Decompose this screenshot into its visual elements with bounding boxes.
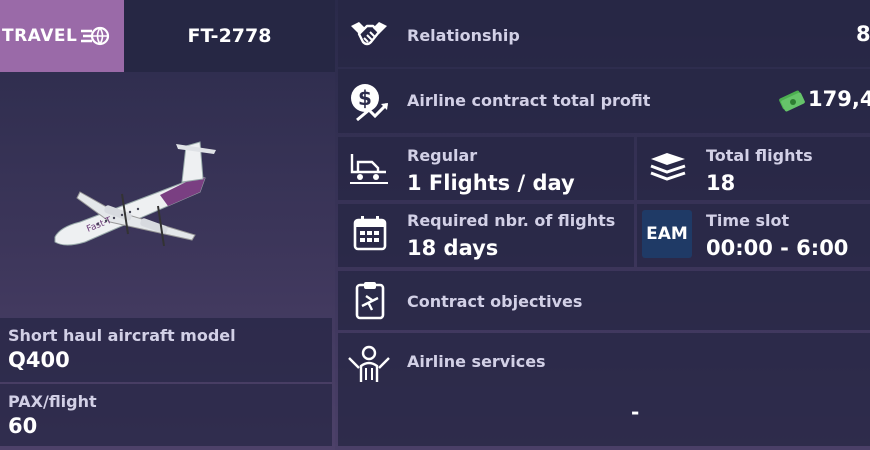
aircraft-image: Fast-T <box>0 72 335 317</box>
time-slot-badge: EAM <box>642 210 692 258</box>
cash-icon <box>779 90 805 112</box>
plane-truck-icon <box>350 154 388 184</box>
globe-wings-icon <box>81 26 110 46</box>
svg-text:$: $ <box>358 86 372 110</box>
clipboard-plane-icon <box>355 282 385 320</box>
required-flights-label: Required nbr. of flights <box>407 211 616 230</box>
dollar-chart-icon: $ <box>351 84 389 122</box>
regular-label: Regular <box>407 146 478 165</box>
calendar-icon <box>353 216 387 251</box>
pax-cell: PAX/flight 60 <box>0 384 332 446</box>
relationship-label: Relationship <box>407 26 520 45</box>
pax-label: PAX/flight <box>8 392 97 411</box>
contract-objectives-label: Contract objectives <box>407 292 583 311</box>
profit-label: Airline contract total profit <box>407 91 651 110</box>
airline-services-value: - <box>631 400 640 424</box>
time-slot-label: Time slot <box>706 211 790 230</box>
aircraft-model-cell: Short haul aircraft model Q400 <box>0 318 332 382</box>
aircraft-model-value: Q400 <box>8 348 70 372</box>
required-flights-value: 18 days <box>407 236 499 260</box>
airline-logo: TRAVEL <box>0 0 124 72</box>
airline-services-row <box>338 333 870 446</box>
aircraft-q400-image: Fast-T <box>54 141 216 247</box>
total-flights-value: 18 <box>706 171 736 195</box>
regular-value: 1 Flights / day <box>407 171 575 195</box>
pax-value: 60 <box>8 414 38 438</box>
time-slot-value: 00:00 - 6:00 <box>706 236 849 260</box>
handshake-icon <box>351 22 387 46</box>
flight-code: FT-2778 <box>124 0 335 72</box>
profit-value: 179,4 <box>808 87 870 111</box>
airline-services-label: Airline services <box>407 352 546 371</box>
aircraft-model-label: Short haul aircraft model <box>8 326 236 345</box>
relationship-value: 8 <box>856 22 870 46</box>
airline-logo-text: TRAVEL <box>2 26 78 46</box>
stacked-planes-icon <box>650 153 686 181</box>
staff-icon <box>348 345 390 382</box>
total-flights-label: Total flights <box>706 146 813 165</box>
